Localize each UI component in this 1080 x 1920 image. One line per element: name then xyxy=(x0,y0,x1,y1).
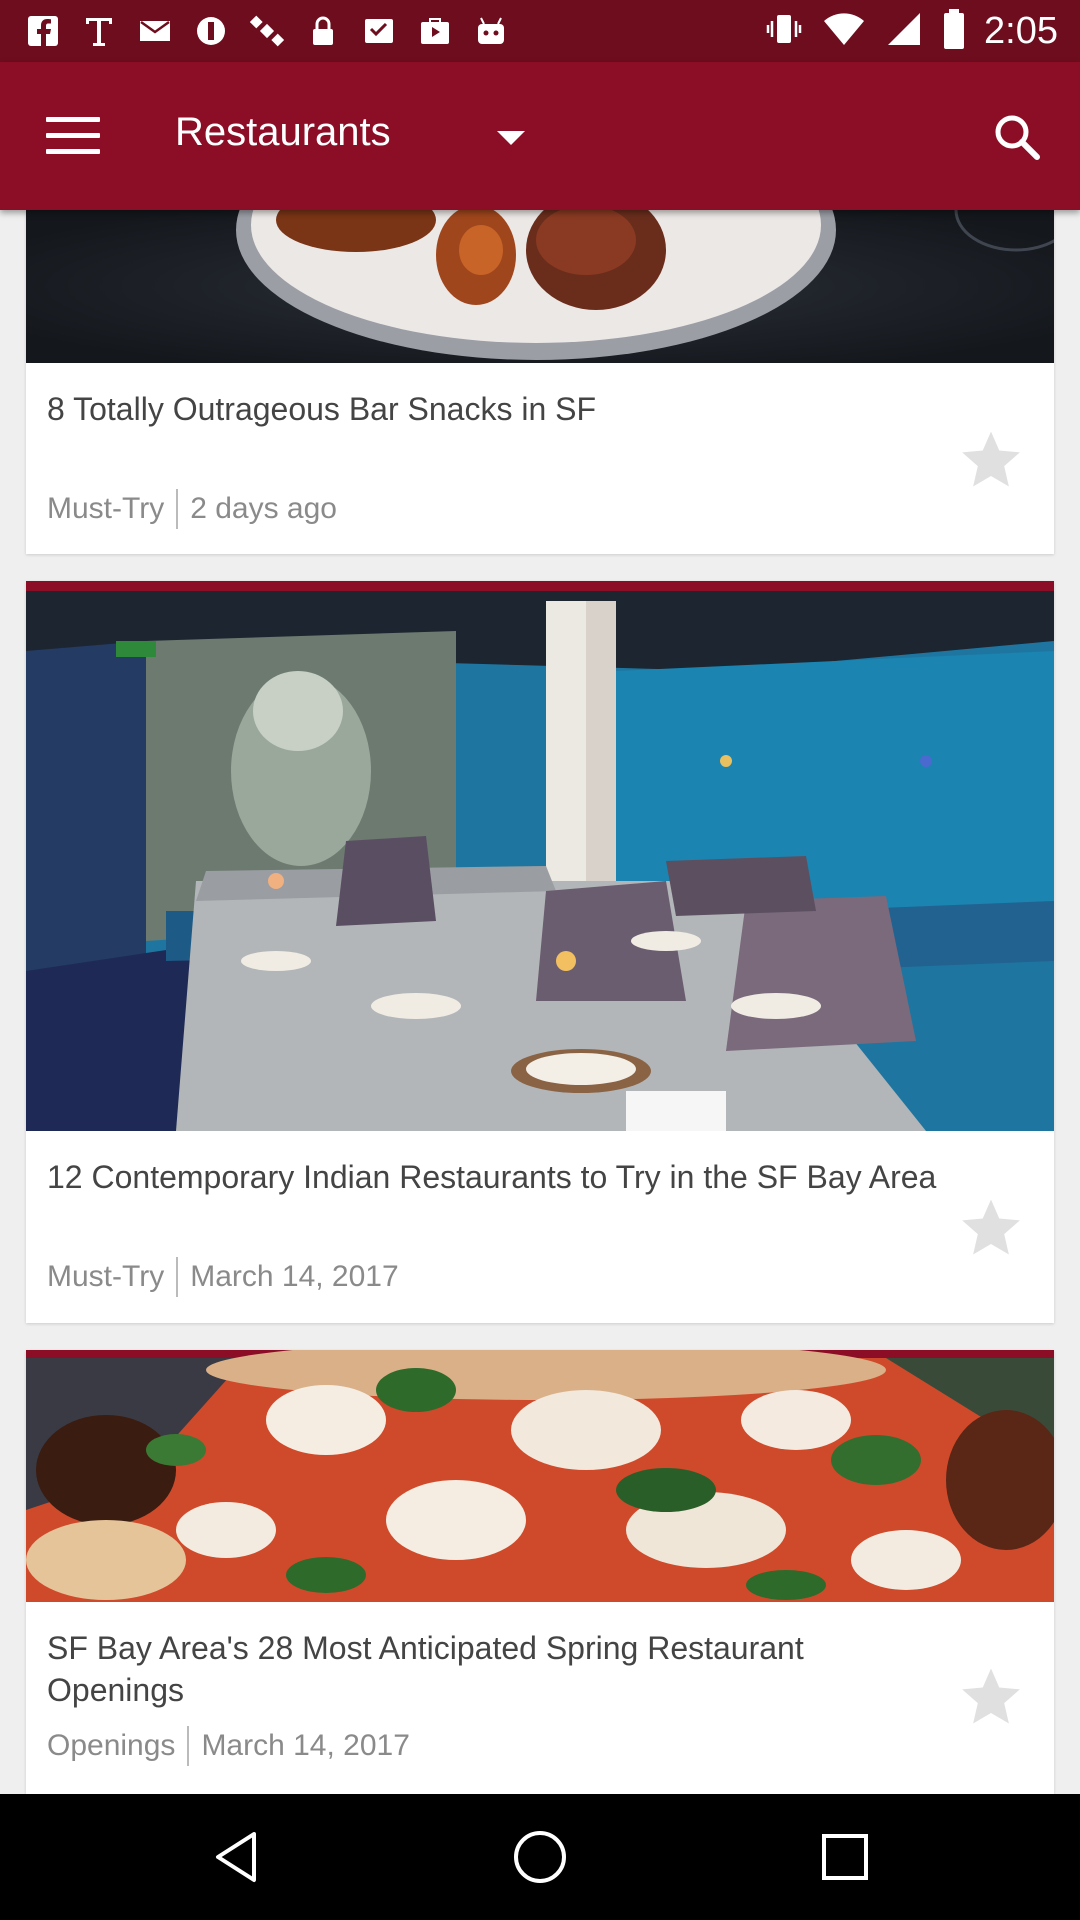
article-date: March 14, 2017 xyxy=(201,1729,410,1762)
article-category[interactable]: Must-Try xyxy=(47,1260,164,1294)
article-date: March 14, 2017 xyxy=(190,1260,399,1293)
meta-divider xyxy=(187,1726,190,1766)
app-bar: Restaurants xyxy=(0,62,1080,210)
back-icon[interactable] xyxy=(204,1824,270,1890)
system-icons: 2:05 xyxy=(764,8,1058,54)
battery-icon xyxy=(942,8,966,55)
notification-icons xyxy=(26,10,508,52)
article-title[interactable]: SF Bay Area's 28 Most Anticipated Spring… xyxy=(47,1627,937,1711)
article-category[interactable]: Must-Try xyxy=(47,492,164,526)
home-icon[interactable] xyxy=(507,1824,573,1890)
article-meta: Must-Try 2 days ago xyxy=(47,489,337,529)
chevron-down-icon[interactable] xyxy=(497,131,525,145)
robot-icon xyxy=(474,14,508,48)
article-card[interactable]: SF Bay Area's 28 Most Anticipated Spring… xyxy=(26,1350,1054,1794)
inbox-icon xyxy=(362,14,396,48)
article-card[interactable]: 8 Totally Outrageous Bar Snacks in SF Mu… xyxy=(26,210,1054,554)
search-icon[interactable] xyxy=(992,112,1042,162)
bar-snacks-photo[interactable] xyxy=(26,210,1054,363)
text-icon xyxy=(82,14,116,48)
status-bar: 2:05 xyxy=(0,0,1080,62)
star-icon[interactable] xyxy=(958,1194,1024,1260)
play-store-icon xyxy=(418,14,452,48)
article-date: 2 days ago xyxy=(190,492,337,525)
satellite-icon xyxy=(249,14,285,48)
lock-icon xyxy=(306,14,340,48)
pizza-photo[interactable] xyxy=(26,1350,1054,1602)
recents-icon[interactable] xyxy=(812,1824,878,1890)
hamburger-menu-icon[interactable] xyxy=(46,117,100,157)
article-category[interactable]: Openings xyxy=(47,1729,175,1763)
restaurant-interior-photo[interactable] xyxy=(26,581,1054,1131)
status-time: 2:05 xyxy=(984,9,1058,52)
article-feed[interactable]: 8 Totally Outrageous Bar Snacks in SF Mu… xyxy=(0,210,1080,1794)
star-icon[interactable] xyxy=(958,426,1024,492)
meta-divider xyxy=(176,489,179,529)
star-icon[interactable] xyxy=(958,1663,1024,1729)
facebook-icon xyxy=(26,14,60,48)
mail-icon xyxy=(138,14,172,48)
navigation-bar xyxy=(0,1794,1080,1920)
meta-divider xyxy=(176,1257,179,1297)
vibrate-icon xyxy=(764,9,804,54)
page-title[interactable]: Restaurants xyxy=(175,110,391,155)
article-title[interactable]: 12 Contemporary Indian Restaurants to Tr… xyxy=(47,1156,937,1198)
article-meta: Must-Try March 14, 2017 xyxy=(47,1257,399,1297)
signal-icon xyxy=(884,9,924,54)
blocked-icon xyxy=(194,14,228,48)
article-card[interactable]: 12 Contemporary Indian Restaurants to Tr… xyxy=(26,581,1054,1323)
wifi-icon xyxy=(822,9,866,54)
article-title[interactable]: 8 Totally Outrageous Bar Snacks in SF xyxy=(47,388,937,430)
article-meta: Openings March 14, 2017 xyxy=(47,1726,410,1766)
